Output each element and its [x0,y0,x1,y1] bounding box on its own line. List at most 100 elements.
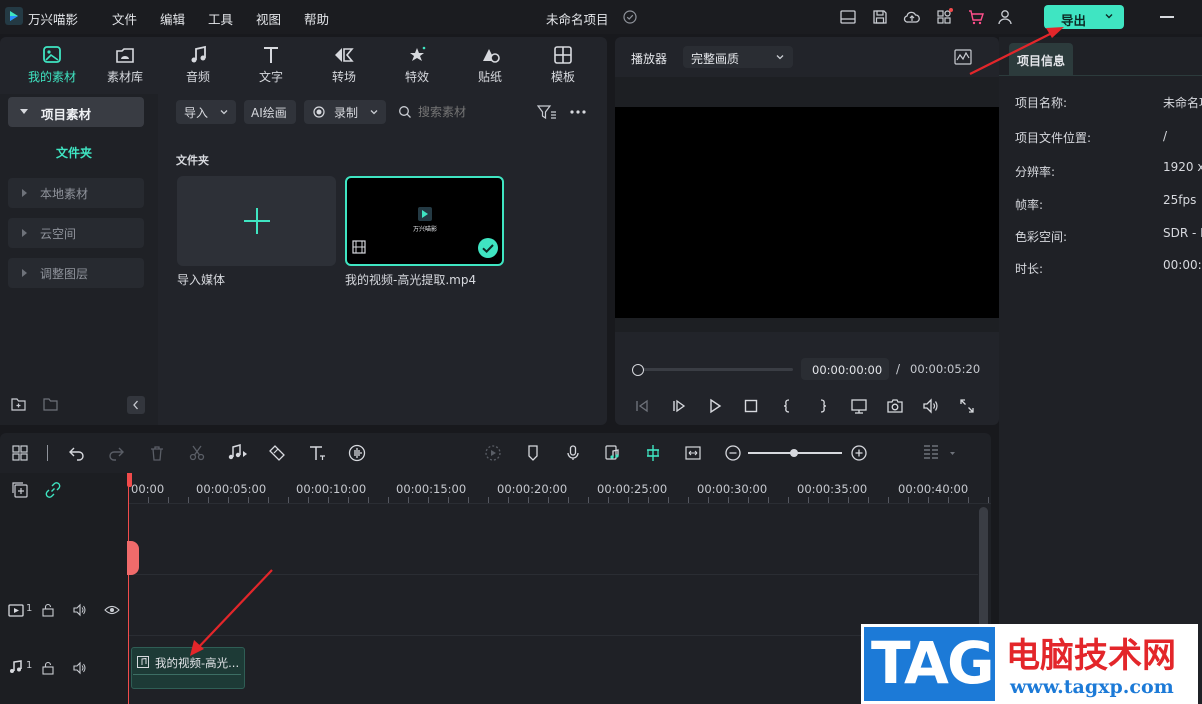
apps-icon[interactable] [935,8,953,26]
zoom-out-icon[interactable] [724,444,742,462]
tab-effects-label: 特效 [404,70,429,84]
scrubber-handle[interactable] [632,364,644,376]
fullscreen-icon[interactable] [958,397,976,415]
info-row-duration: 时长: 00:00:0 [1015,258,1202,277]
info-row-name: 项目名称: 未命名项 [1015,94,1202,111]
tab-stickers[interactable]: 贴纸 [460,45,520,85]
menu-tools[interactable]: 工具 [208,9,233,28]
eye-icon[interactable] [104,603,120,617]
current-time[interactable]: 00:00:00:00 [801,358,889,380]
music-ai-icon[interactable] [604,444,622,462]
scissors-icon[interactable] [188,444,206,462]
import-media-card[interactable] [177,176,336,266]
new-folder-icon[interactable] [11,397,27,411]
lock-icon[interactable] [41,661,55,675]
export-dropdown-icon[interactable] [1103,10,1115,22]
media-clip-card[interactable]: 万兴喵影 [345,176,504,266]
tab-text[interactable]: 文字 [241,45,301,85]
player-viewport-bottom [615,318,999,332]
menu-help[interactable]: 帮助 [304,9,329,28]
collapse-sidebar-icon[interactable] [127,396,145,414]
more-options-icon[interactable] [570,109,586,115]
track-height-icon[interactable] [922,444,956,462]
speaker-icon[interactable] [73,603,87,617]
quality-dropdown[interactable]: 完整画质 [683,46,793,68]
volume-icon[interactable] [922,397,940,415]
cloud-upload-icon[interactable] [903,8,921,26]
tab-audio[interactable]: 音频 [168,45,228,85]
filter-icon[interactable] [537,104,557,120]
play-icon[interactable] [706,397,724,415]
playhead-top[interactable] [127,473,132,487]
mark-in-icon[interactable] [778,397,796,415]
display-icon[interactable] [850,397,868,415]
sidebar-folder-label[interactable]: 文件夹 [56,144,92,161]
tab-project-info[interactable]: 项目信息 [1009,43,1073,75]
link-icon[interactable] [44,481,62,499]
marker-icon[interactable] [524,444,542,462]
tab-transition[interactable]: 转场 [314,45,374,85]
audio-clip-icon [137,656,149,668]
cart-icon[interactable] [967,8,985,26]
playhead-handle[interactable] [127,541,139,575]
user-icon[interactable] [996,8,1014,26]
stop-icon[interactable] [742,397,760,415]
player-panel: 播放器 完整画质 00:00:00:00 / 00:00:05:20 [615,37,999,425]
info-value: 25fps [1163,193,1197,207]
text-tool-icon[interactable] [308,444,326,462]
scope-icon[interactable] [954,49,972,65]
tab-player[interactable]: 播放器 [631,50,667,67]
lock-icon[interactable] [41,603,55,617]
audio-clip[interactable]: 我的视频-高光... [131,647,245,689]
layout-grid-icon[interactable] [11,444,29,462]
speaker-icon[interactable] [73,661,87,675]
menu-edit[interactable]: 编辑 [160,9,185,28]
prev-frame-icon[interactable] [633,397,651,415]
tag-icon[interactable] [268,444,286,462]
sidebar-item-cloud[interactable]: 云空间 [8,218,144,248]
ai-paint-button[interactable]: AI绘画 [244,100,296,124]
scrubber-track[interactable] [637,368,793,371]
add-track-icon[interactable] [11,481,29,499]
tab-stock-media[interactable]: 素材库 [95,45,155,85]
tab-effects[interactable]: 特效 [387,45,447,85]
folder-icon[interactable] [43,397,59,411]
mark-out-icon[interactable] [814,397,832,415]
render-preview-icon[interactable] [484,444,502,462]
delete-icon[interactable] [148,444,166,462]
tab-my-media[interactable]: 我的素材 [22,45,82,85]
undo-icon[interactable] [68,444,86,462]
microphone-icon[interactable] [564,444,582,462]
tab-templates[interactable]: 模板 [533,45,593,85]
media-library-panel: 我的素材 素材库 音频 文字 转场 特效 贴纸 模板 项目素材 文件夹 本地素材… [0,37,607,425]
sidebar-item-adjustment-layer[interactable]: 调整图层 [8,258,144,288]
save-icon[interactable] [871,8,889,26]
menu-view[interactable]: 视图 [256,9,281,28]
tab-transition-label: 转场 [331,70,356,84]
play-next-frame-icon[interactable] [670,397,688,415]
zoom-in-icon[interactable] [850,444,868,462]
menu-file[interactable]: 文件 [112,9,137,28]
record-dropdown[interactable]: 录制 [304,100,386,124]
track-row-audio [128,636,978,704]
audio-wave-icon[interactable] [348,444,366,462]
snap-icon[interactable] [644,444,662,462]
fit-timeline-icon[interactable] [684,444,702,462]
import-dropdown[interactable]: 导入 [176,100,236,124]
layout-icon[interactable] [839,8,857,26]
minimize-icon[interactable] [1160,16,1174,18]
sidebar-item-project-media[interactable]: 项目素材 [8,97,144,127]
snapshot-icon[interactable] [886,397,904,415]
sidebar-item-local-media[interactable]: 本地素材 [8,178,144,208]
zoom-slider-handle[interactable] [790,449,798,457]
watermark-site-name: 电脑技术网 [1006,636,1176,676]
redo-icon[interactable] [107,444,125,462]
search-icon[interactable] [398,105,412,119]
tab-templates-label: 模板 [550,70,575,84]
export-button[interactable]: 导出 [1044,5,1124,29]
search-input[interactable] [418,101,522,123]
info-label: 分辨率: [1015,165,1056,179]
audio-edit-icon[interactable] [226,444,248,462]
info-value: SDR - I [1163,226,1202,240]
current-time-value: 00:00:00:00 [812,363,883,377]
